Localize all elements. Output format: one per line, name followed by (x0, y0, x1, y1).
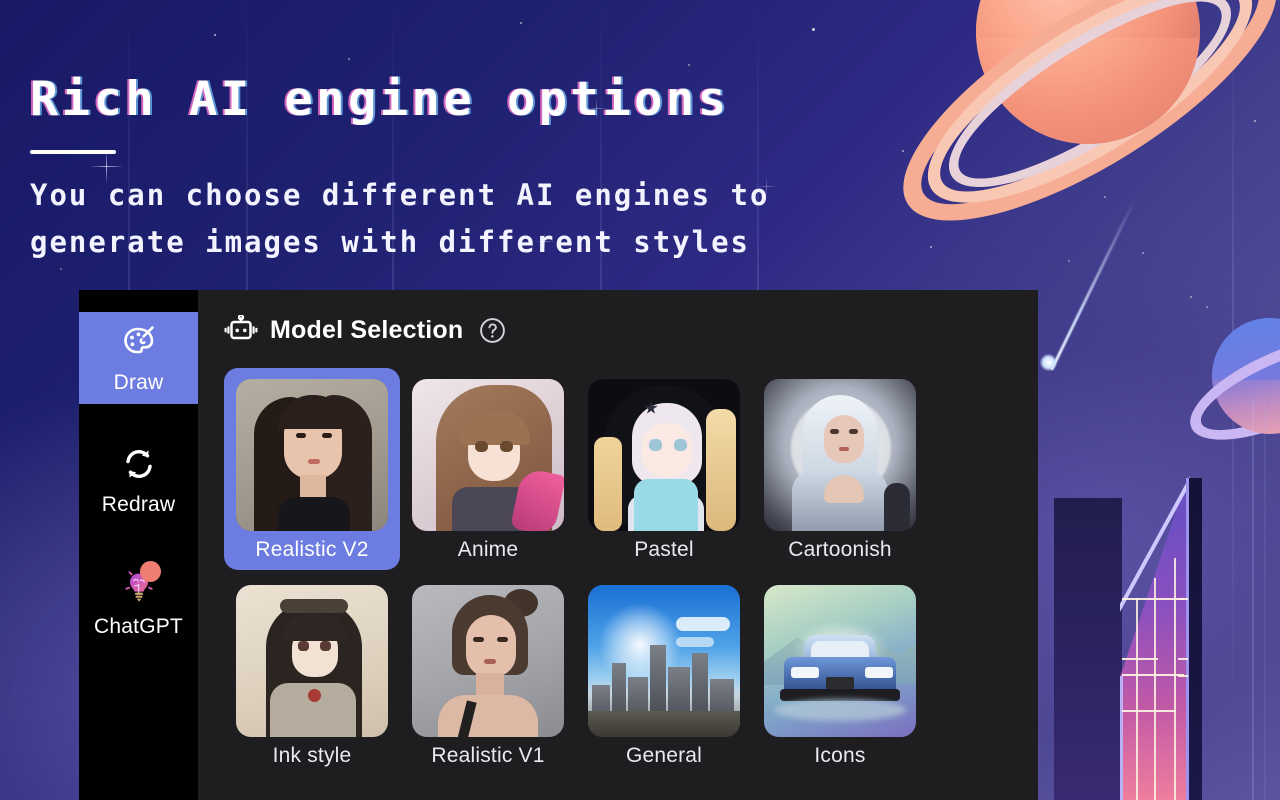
model-label: Anime (457, 538, 519, 561)
light-beam (1232, 0, 1234, 800)
ringed-planet-icon (867, 0, 1280, 300)
model-card-icons[interactable]: Icons (752, 574, 928, 776)
model-thumbnail (764, 585, 916, 737)
model-card-realistic-v2[interactable]: Realistic V2 (224, 368, 400, 570)
star (1042, 174, 1044, 176)
model-thumbnail (588, 379, 740, 531)
neon-building-icon (1036, 400, 1280, 800)
robot-icon (224, 314, 258, 345)
model-card-cartoonish[interactable]: Cartoonish (752, 368, 928, 570)
star (1254, 120, 1256, 122)
model-grid: Realistic V2 Anime Pastel Cartoonish Ink… (224, 368, 1038, 776)
small-ringed-planet-icon (1176, 300, 1280, 470)
sidebar-item-redraw[interactable]: Redraw (79, 434, 198, 526)
model-label: Icons (814, 744, 866, 767)
sidebar-item-label: ChatGPT (94, 614, 183, 638)
model-label: General (625, 744, 703, 767)
model-selection-panel: Model Selection Realistic V2 Anime Paste… (198, 290, 1038, 800)
palette-icon (119, 322, 159, 362)
model-thumbnail (412, 585, 564, 737)
star (688, 64, 690, 66)
model-thumbnail (764, 379, 916, 531)
app-window: Draw Redraw ChatGPT Model Selection Real… (79, 290, 1038, 800)
shooting-star-icon (1050, 198, 1137, 371)
sidebar-item-label: Draw (113, 370, 164, 394)
panel-title: Model Selection (270, 315, 464, 344)
star (930, 246, 932, 248)
panel-header: Model Selection (224, 308, 1038, 352)
star (986, 208, 988, 210)
notification-badge (139, 560, 161, 582)
sidebar-item-chatgpt[interactable]: ChatGPT (79, 556, 198, 648)
star (520, 22, 522, 24)
model-card-pastel[interactable]: Pastel (576, 368, 752, 570)
star (1104, 196, 1106, 198)
star (348, 58, 350, 60)
model-thumbnail (412, 379, 564, 531)
page-title: Rich AI engine options (30, 72, 730, 127)
model-card-realistic-v1[interactable]: Realistic V1 (400, 574, 576, 776)
star (812, 28, 815, 31)
star (1068, 260, 1070, 262)
model-label: Ink style (272, 744, 352, 767)
star (1160, 98, 1162, 100)
model-label: Realistic V2 (255, 538, 369, 561)
lightbulb-brain-icon (119, 560, 161, 606)
model-card-anime[interactable]: Anime (400, 368, 576, 570)
hero-section: Rich AI engine options You can choose di… (30, 74, 769, 266)
star (1206, 306, 1208, 308)
model-card-general[interactable]: General (576, 574, 752, 776)
page-root: Rich AI engine options You can choose di… (0, 0, 1280, 800)
shooting-star-head (1040, 354, 1057, 371)
star (1218, 36, 1220, 38)
star (1142, 252, 1144, 254)
star (60, 268, 62, 270)
model-card-ink-style[interactable]: Ink style (224, 574, 400, 776)
model-thumbnail (588, 585, 740, 737)
model-label: Realistic V1 (431, 744, 545, 767)
sidebar-item-draw[interactable]: Draw (79, 312, 198, 404)
model-label: Cartoonish (788, 538, 892, 561)
model-thumbnail (236, 379, 388, 531)
refresh-icon (119, 444, 159, 484)
sidebar: Draw Redraw ChatGPT (79, 290, 198, 800)
page-subtitle: You can choose different AI engines to g… (30, 177, 770, 259)
help-circle-icon[interactable] (479, 317, 506, 344)
title-divider (30, 149, 116, 154)
star (1190, 296, 1192, 298)
star (902, 150, 904, 152)
model-label: Pastel (634, 538, 694, 561)
star (214, 34, 216, 36)
model-thumbnail (236, 585, 388, 737)
sidebar-item-label: Redraw (101, 492, 176, 516)
